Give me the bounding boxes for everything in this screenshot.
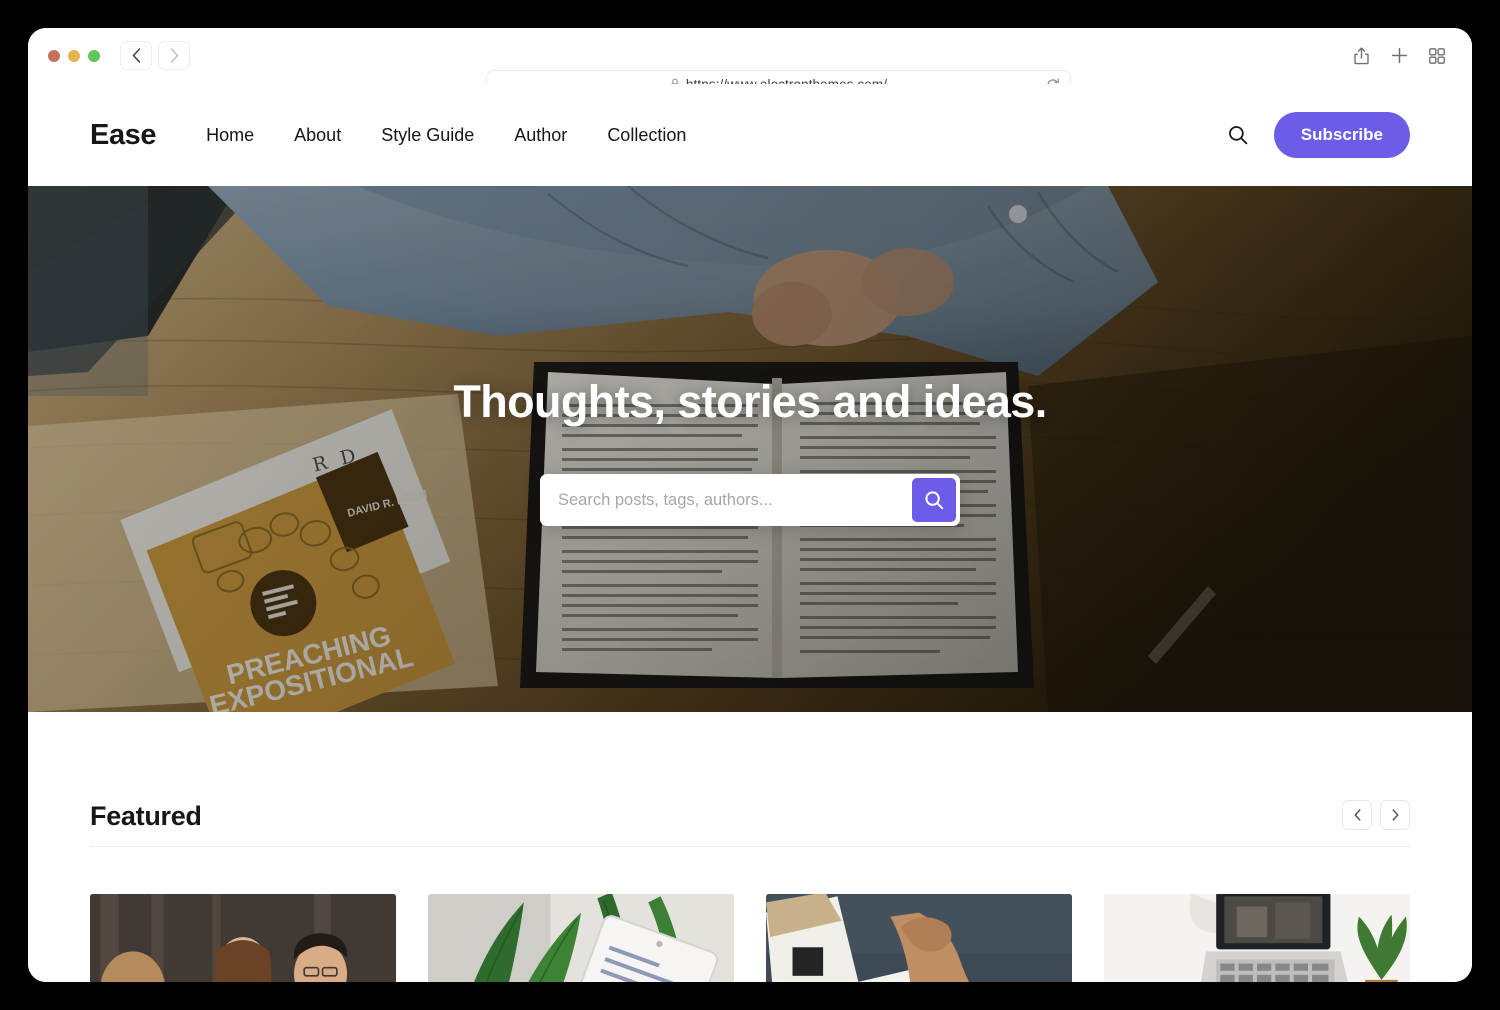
featured-card-grid — [90, 847, 1410, 982]
nav-item-collection[interactable]: Collection — [607, 125, 686, 146]
chevron-right-icon — [1392, 809, 1398, 821]
hero-search-box — [540, 474, 960, 526]
featured-card[interactable] — [1104, 894, 1410, 982]
close-window-button[interactable] — [48, 50, 60, 62]
chevron-right-icon — [170, 48, 178, 63]
carousel-controls — [1342, 800, 1410, 832]
featured-card-image — [428, 894, 734, 982]
browser-navigation — [120, 41, 190, 70]
site-header: Ease Home About Style Guide Author Colle… — [28, 84, 1472, 186]
featured-card-image — [90, 894, 396, 982]
chevron-left-icon — [132, 48, 140, 63]
hero-content: Thoughts, stories and ideas. — [28, 376, 1472, 526]
share-button[interactable] — [1346, 41, 1376, 70]
featured-header: Featured — [90, 712, 1410, 847]
nav-item-author[interactable]: Author — [514, 125, 567, 146]
featured-card-image — [1104, 894, 1410, 982]
nav-item-about[interactable]: About — [294, 125, 341, 146]
nav-item-home[interactable]: Home — [206, 125, 254, 146]
featured-card[interactable] — [428, 894, 734, 982]
main-navigation: Home About Style Guide Author Collection — [206, 125, 686, 146]
featured-title: Featured — [90, 801, 202, 831]
plus-icon — [1391, 47, 1407, 64]
header-actions: Subscribe — [1228, 112, 1410, 158]
chevron-left-icon — [1354, 809, 1360, 821]
hero-section: R D L A S DAVID R. HELM — [28, 186, 1472, 712]
featured-card-image — [766, 894, 1072, 982]
new-tab-button[interactable] — [1384, 41, 1414, 70]
minimize-window-button[interactable] — [68, 50, 80, 62]
featured-card[interactable] — [90, 894, 396, 982]
subscribe-button[interactable]: Subscribe — [1273, 112, 1410, 158]
share-icon — [1353, 46, 1369, 64]
browser-toolbar-right — [1346, 41, 1452, 70]
carousel-next-button[interactable] — [1380, 800, 1410, 830]
featured-card[interactable] — [766, 894, 1072, 982]
carousel-prev-button[interactable] — [1342, 800, 1372, 830]
forward-button[interactable] — [158, 41, 190, 70]
search-icon — [925, 491, 944, 510]
hero-title: Thoughts, stories and ideas. — [453, 376, 1047, 427]
tab-grid-icon — [1429, 47, 1445, 64]
hero-search-button[interactable] — [912, 478, 956, 522]
tabs-overview-button[interactable] — [1422, 41, 1452, 70]
back-button[interactable] — [120, 41, 152, 70]
search-icon[interactable] — [1228, 125, 1248, 145]
featured-section: Featured — [28, 712, 1472, 982]
maximize-window-button[interactable] — [88, 50, 100, 62]
browser-chrome: https://www.electronthemes.com/ — [28, 28, 1472, 99]
nav-item-style-guide[interactable]: Style Guide — [381, 125, 474, 146]
browser-window: https://www.electronthemes.com/ — [28, 28, 1472, 982]
window-controls — [48, 50, 100, 62]
site-logo[interactable]: Ease — [90, 119, 157, 152]
hero-search-input[interactable] — [544, 490, 912, 510]
